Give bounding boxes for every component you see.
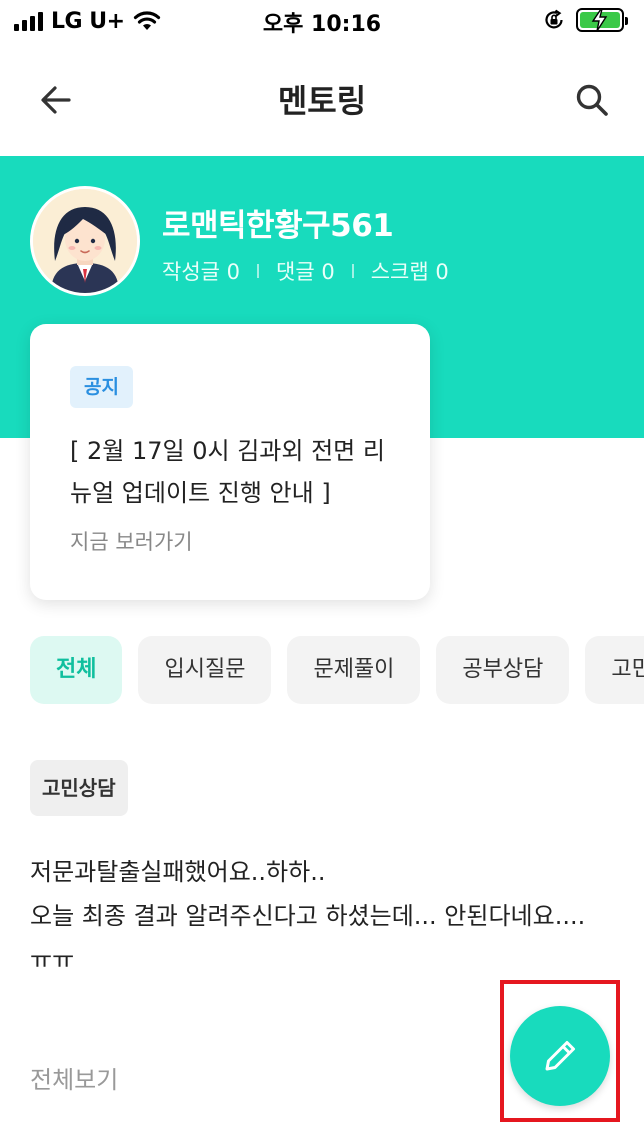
- stat-divider: [351, 264, 354, 278]
- notice-text: [ 2월 17일 0시 김과외 전면 리뉴얼 업데이트 진행 안내 ]: [70, 437, 385, 507]
- battery-icon: [576, 8, 628, 32]
- search-button[interactable]: [566, 74, 618, 126]
- post-category-tag: 고민상담: [30, 760, 128, 816]
- avatar-girl-icon: [33, 189, 137, 293]
- category-tabs: 전체 입시질문 문제풀이 공부상담 고민상담: [30, 636, 644, 704]
- pencil-icon: [545, 1041, 575, 1071]
- post-line: 오늘 최종 결과 알려주신다고 하셨는데... 안된다네요....: [30, 902, 586, 930]
- user-stats: 작성글 0 댓글 0 스크랩 0: [162, 256, 449, 286]
- post-line: ㅠㅠ: [30, 946, 75, 974]
- tab-worry-counsel[interactable]: 고민상담: [585, 636, 644, 704]
- search-icon: [576, 84, 608, 116]
- view-all-link[interactable]: 전체보기: [30, 1060, 118, 1095]
- tab-problem-solving[interactable]: 문제풀이: [287, 636, 421, 704]
- tab-admission-question[interactable]: 입시질문: [138, 636, 272, 704]
- stat-comments[interactable]: 댓글 0: [276, 256, 335, 286]
- stat-divider: [257, 264, 259, 278]
- mentoring-screen: LG U+ 오후 10:16 멘토링 로맨틱한황구561 작성글 0 댓글 0 …: [0, 0, 644, 1136]
- stat-posts[interactable]: 작성글 0: [162, 256, 240, 286]
- notice-link[interactable]: 지금 보러가기: [70, 526, 193, 556]
- top-nav-bar: 멘토링: [0, 44, 644, 156]
- avatar[interactable]: [30, 186, 140, 296]
- page-title: 멘토링: [277, 82, 367, 120]
- status-bar: LG U+ 오후 10:16: [0, 0, 644, 44]
- status-right: [542, 8, 628, 32]
- stat-scraps[interactable]: 스크랩 0: [371, 256, 449, 286]
- user-name: 로맨틱한황구561: [162, 208, 394, 244]
- notice-badge: 공지: [70, 366, 133, 408]
- post-line: 저문과탈출실패했어요..하하..: [30, 858, 326, 886]
- post-content[interactable]: 저문과탈출실패했어요..하하.. 오늘 최종 결과 알려주신다고 하셨는데...…: [30, 850, 620, 982]
- tab-study-counsel[interactable]: 공부상담: [436, 636, 570, 704]
- tab-all[interactable]: 전체: [30, 636, 123, 704]
- rotation-lock-icon: [545, 9, 563, 29]
- notice-card[interactable]: 공지 [ 2월 17일 0시 김과외 전면 리뉴얼 업데이트 진행 안내 ] 지…: [30, 324, 430, 600]
- write-post-button[interactable]: [510, 1006, 610, 1106]
